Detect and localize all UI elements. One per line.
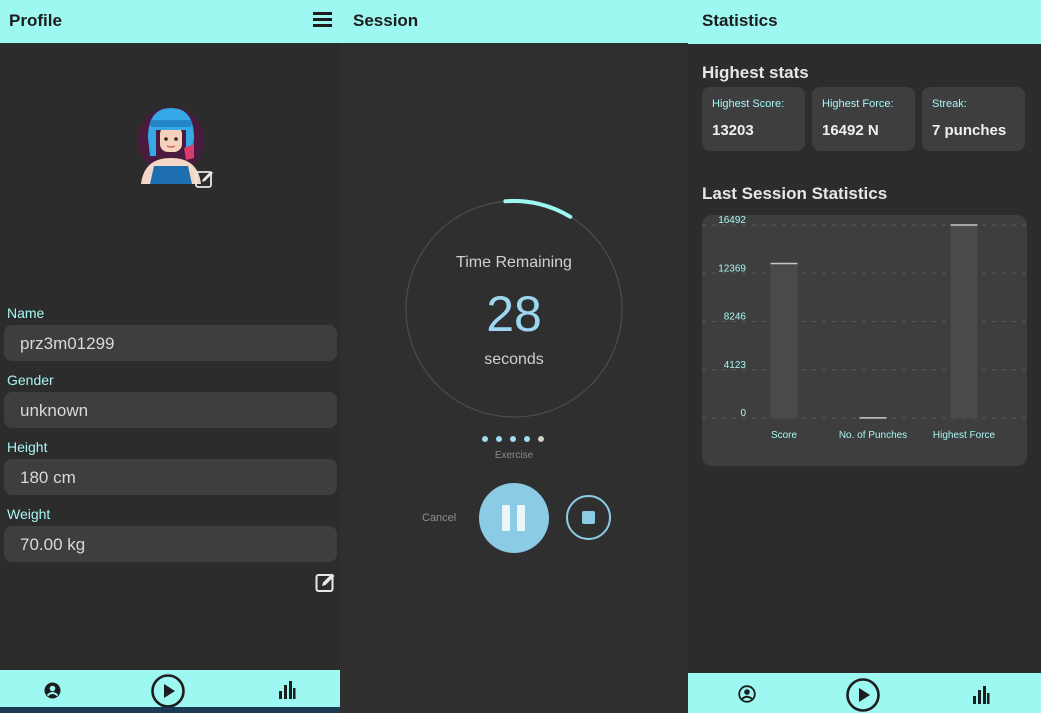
chart-x-tick-label: Highest Force — [933, 430, 996, 441]
highest-stats-title: Highest stats — [702, 63, 809, 82]
chart-bar — [950, 225, 978, 418]
menu-icon[interactable] — [313, 12, 334, 29]
profile-top-bar: Profile — [0, 0, 340, 43]
session-top-bar: Session — [340, 0, 688, 43]
chart-y-tick-label: 0 — [740, 408, 746, 419]
pause-icon-bar — [502, 505, 510, 531]
exercise-dot — [510, 436, 516, 442]
statistics-bottom-nav — [688, 673, 1041, 713]
height-label: Height — [7, 439, 48, 455]
highest-force-value: 16492 N — [822, 122, 879, 139]
time-remaining-value: 28 — [486, 286, 542, 342]
exercise-dot — [524, 436, 530, 442]
timer-progress-arc — [503, 199, 573, 219]
statistics-title: Statistics — [702, 11, 778, 30]
highest-force-card: Highest Force: 16492 N — [812, 87, 915, 151]
profile-screen: Profile Name prz3m01299 Gender unknown H… — [0, 0, 340, 713]
last-session-chart: 16492 12369 8246 4123 0 Score No. of Punches Hi… — [702, 215, 1027, 441]
statistics-top-bar: Statistics — [688, 0, 1041, 44]
weight-field[interactable]: 70.00 kg — [4, 526, 337, 562]
chart-y-tick-label: 8246 — [724, 312, 747, 323]
profile-nav-strip — [0, 707, 340, 713]
stop-button[interactable] — [566, 495, 611, 540]
streak-card: Streak: 7 punches — [922, 87, 1025, 151]
name-field[interactable]: prz3m01299 — [4, 325, 337, 361]
height-field[interactable]: 180 cm — [4, 459, 337, 495]
chart-bar — [770, 263, 798, 418]
chart-x-tick-label: Score — [771, 430, 798, 441]
session-screen: Session Time Remaining 28 seconds Exerci… — [340, 0, 688, 713]
profile-icon[interactable] — [738, 685, 756, 703]
weight-label: Weight — [7, 506, 51, 522]
exercise-dot — [482, 436, 488, 442]
gender-label: Gender — [7, 372, 54, 388]
streak-label: Streak: — [932, 98, 967, 110]
statistics-icon[interactable] — [972, 685, 990, 705]
pause-button[interactable] — [479, 483, 549, 553]
edit-photo-icon[interactable] — [195, 170, 215, 188]
name-label: Name — [7, 305, 45, 321]
cancel-button[interactable]: Cancel — [422, 512, 456, 524]
statistics-icon[interactable] — [278, 680, 296, 700]
profile-bottom-nav — [0, 670, 340, 708]
session-title: Session — [353, 11, 419, 30]
play-icon[interactable] — [846, 678, 880, 712]
exercise-dots — [482, 436, 546, 444]
streak-value: 7 punches — [932, 122, 1007, 139]
highest-force-label: Highest Force: — [822, 98, 894, 110]
highest-score-label: Highest Score: — [712, 98, 785, 110]
pause-icon-bar — [517, 505, 525, 531]
last-session-chart-card: 16492 12369 8246 4123 0 Score No. of Punches Hi… — [702, 215, 1027, 466]
profile-title: Profile — [9, 11, 62, 30]
chart-x-tick-label: No. of Punches — [839, 430, 907, 441]
highest-score-card: Highest Score: 13203 — [702, 87, 805, 151]
profile-icon[interactable] — [44, 682, 61, 699]
time-remaining-label: Time Remaining — [456, 254, 572, 271]
stop-icon — [582, 511, 595, 524]
statistics-screen: Statistics Highest stats Highest Score: … — [688, 0, 1041, 713]
chart-y-tick-label: 16492 — [718, 215, 746, 226]
time-unit-label: seconds — [484, 351, 544, 368]
play-icon[interactable] — [151, 674, 185, 708]
edit-icon[interactable] — [315, 572, 336, 593]
chart-y-tick-label: 4123 — [724, 360, 747, 371]
exercise-dot — [496, 436, 502, 442]
exercise-dot — [538, 436, 544, 442]
gender-field[interactable]: unknown — [4, 392, 337, 428]
exercise-label: Exercise — [494, 450, 534, 461]
highest-score-value: 13203 — [712, 122, 754, 139]
chart-y-tick-label: 12369 — [718, 263, 746, 274]
last-session-title: Last Session Statistics — [702, 184, 888, 203]
